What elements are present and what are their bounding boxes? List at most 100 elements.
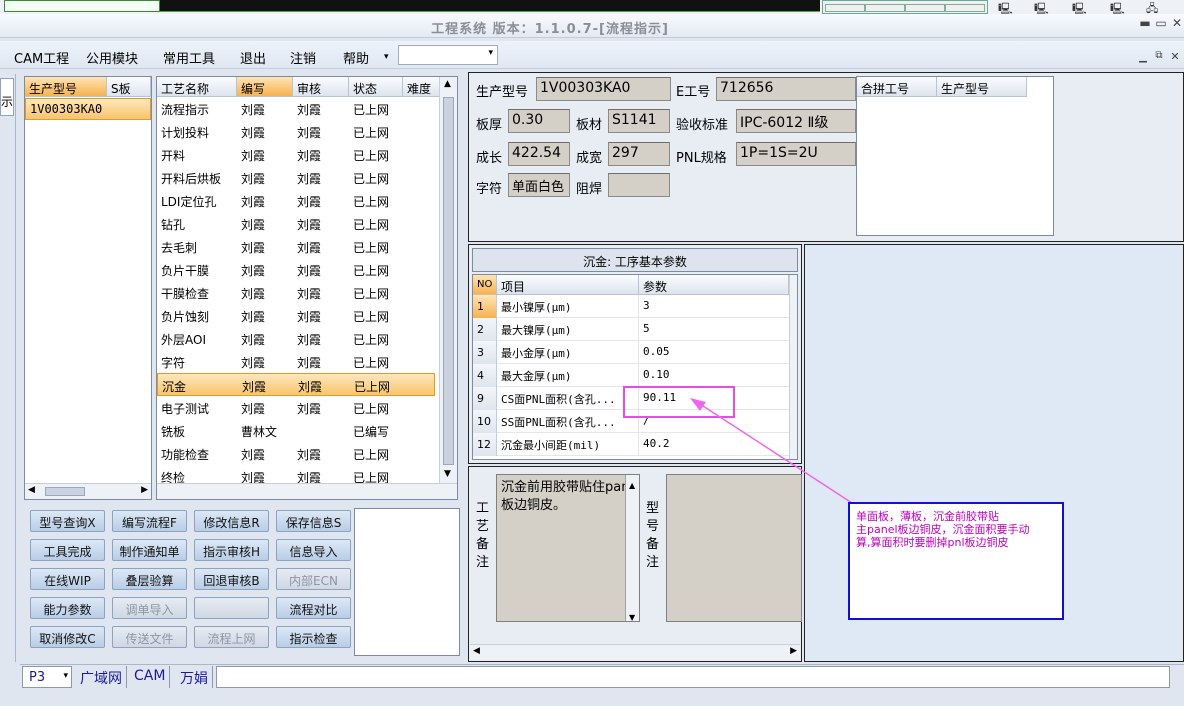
model-list-hscroll[interactable]: ◀ ▶ [25, 483, 151, 499]
process-row[interactable]: 计划投料 刘霞 刘霞 已上网 [157, 120, 435, 143]
param-header-no[interactable]: NO [473, 275, 497, 295]
action-button[interactable]: 能力参数 [30, 597, 105, 619]
process-row[interactable]: 钻孔 刘霞 刘霞 已上网 [157, 212, 435, 235]
model-list-row[interactable]: 1V00303KA0 [25, 98, 151, 120]
action-button[interactable]: 取消修改C [30, 626, 105, 648]
pnl-field[interactable]: 1P=1S=2U [736, 142, 856, 166]
action-button[interactable]: 工具完成 [30, 539, 105, 561]
param-row[interactable]: 9 CS面PNL面积(含孔... 90.11 [473, 387, 789, 410]
process-row[interactable]: 外层AOI 刘霞 刘霞 已上网 [157, 327, 435, 350]
taskbar-item-center[interactable] [160, 0, 820, 12]
param-vscroll[interactable] [789, 275, 797, 459]
menu-cam[interactable]: CAM工程 [14, 48, 69, 67]
process-row[interactable]: 开料后烘板 刘霞 刘霞 已上网 [157, 166, 435, 189]
menu-combo[interactable]: ▾ [398, 45, 498, 65]
len-field[interactable]: 422.54 [508, 142, 570, 166]
std-field[interactable]: IPC-6012 Ⅱ级 [736, 109, 856, 133]
merge-header[interactable]: 生产型号 [937, 77, 1027, 97]
param-value[interactable]: 5 [639, 318, 789, 341]
menu-more-icon[interactable]: ▾ [384, 52, 389, 62]
action-button[interactable]: 信息导入 [276, 539, 351, 561]
scroll-up-icon[interactable]: ▲ [444, 79, 451, 89]
remark-vscroll[interactable]: ▲ ▼ [625, 475, 639, 622]
param-row[interactable]: 3 最小金厚(μm) 0.05 [473, 341, 789, 364]
process-row[interactable]: 功能检查 刘霞 刘霞 已上网 [157, 442, 435, 465]
action-button[interactable] [194, 597, 269, 619]
menu-help[interactable]: 帮助 [343, 48, 369, 67]
action-button[interactable]: 内部ECN [276, 568, 351, 590]
param-row[interactable]: 2 最大镍厚(μm) 5 [473, 318, 789, 341]
status-combo[interactable]: P3 ▾ [22, 666, 72, 688]
param-value[interactable]: / [639, 410, 789, 433]
close-icon[interactable]: ✕ [1170, 16, 1184, 30]
action-button[interactable]: 指示审核H [194, 539, 269, 561]
process-row[interactable]: 电子测试 刘霞 刘霞 已上网 [157, 396, 435, 419]
action-button[interactable]: 指示检查 [276, 626, 351, 648]
child-close-icon[interactable]: ✕ [1168, 50, 1182, 63]
action-button[interactable]: 制作通知单 [112, 539, 187, 561]
process-header-status[interactable]: 状态 [349, 77, 403, 97]
menu-exit[interactable]: 退出 [240, 48, 266, 67]
taskbar-item-left[interactable] [4, 0, 160, 12]
menu-logout[interactable]: 注销 [290, 48, 316, 67]
param-row[interactable]: 10 SS面PNL面积(含孔... / [473, 410, 789, 433]
process-row[interactable]: 流程指示 刘霞 刘霞 已上网 [157, 97, 435, 120]
action-button[interactable]: 传送文件 [112, 626, 187, 648]
child-restore-icon[interactable]: ⧉ [1152, 50, 1166, 61]
scroll-left-icon[interactable]: ◀ [28, 485, 35, 495]
menu-common-module[interactable]: 公用模块 [86, 48, 138, 67]
status-tab-user[interactable]: 万娟 [176, 666, 213, 688]
action-button[interactable]: 编写流程F [112, 510, 187, 532]
menu-tools[interactable]: 常用工具 [163, 48, 215, 67]
action-button[interactable]: 型号查询X [30, 510, 105, 532]
scroll-right-icon[interactable]: ▶ [141, 485, 148, 495]
e-field[interactable]: 712656 [716, 77, 856, 101]
param-header-value[interactable]: 参数 [639, 275, 789, 295]
process-row[interactable]: 终检 刘霞 刘霞 已上网 [157, 465, 435, 483]
param-row[interactable]: 12 沉金最小间距(mil) 40.2 [473, 433, 789, 456]
param-value[interactable]: 40.2 [639, 433, 789, 456]
action-button[interactable]: 流程对比 [276, 597, 351, 619]
maximize-icon[interactable]: ▭ [1154, 16, 1168, 30]
scroll-thumb[interactable] [45, 487, 85, 496]
action-button[interactable]: 保存信息S [276, 510, 351, 532]
scroll-left-icon[interactable]: ◀ [473, 646, 480, 656]
param-value[interactable]: 0.05 [639, 341, 789, 364]
status-tab-wan[interactable]: 广域网 [76, 666, 127, 688]
param-header-item[interactable]: 项目 [497, 275, 639, 295]
thick-field[interactable]: 0.30 [508, 109, 570, 133]
merge-header[interactable]: 合拼工号 [857, 77, 937, 97]
status-tab-cam[interactable]: CAM [130, 666, 171, 688]
process-row[interactable]: 开料 刘霞 刘霞 已上网 [157, 143, 435, 166]
action-button[interactable]: 修改信息R [194, 510, 269, 532]
action-button[interactable]: 调单导入 [112, 597, 187, 619]
scroll-down-icon[interactable]: ▼ [629, 609, 635, 627]
model-remark-text[interactable] [666, 474, 802, 622]
model-field[interactable]: 1V00303KA0 [536, 77, 671, 101]
minimize-icon[interactable]: ▬ [1138, 16, 1152, 30]
scroll-thumb[interactable] [443, 97, 454, 465]
process-header-name[interactable]: 工艺名称 [157, 77, 237, 97]
action-button[interactable]: 在线WIP [30, 568, 105, 590]
taskbar-item-right[interactable] [822, 0, 988, 14]
process-row[interactable]: 沉金 刘霞 刘霞 已上网 [157, 373, 435, 396]
action-button[interactable]: 回退审核B [194, 568, 269, 590]
process-header-reviewer[interactable]: 审核 [293, 77, 349, 97]
process-row[interactable]: 干膜检查 刘霞 刘霞 已上网 [157, 281, 435, 304]
process-header-writer[interactable]: 编写 [237, 77, 293, 97]
process-header-difficulty[interactable]: 难度 [403, 77, 441, 97]
model-list-header[interactable]: 生产型号 [25, 77, 107, 97]
process-vscroll[interactable]: ▲ ▼ [439, 77, 457, 483]
process-hscroll[interactable] [157, 483, 457, 499]
model-list-header[interactable]: S板 [107, 77, 151, 97]
param-value[interactable]: 3 [639, 295, 789, 318]
param-row[interactable]: 1 最小镍厚(μm) 3 [473, 295, 789, 318]
child-minimize-icon[interactable]: ▁ [1136, 52, 1150, 63]
param-row[interactable]: 4 最大金厚(μm) 0.10 [473, 364, 789, 387]
scroll-up-icon[interactable]: ▲ [629, 477, 635, 495]
wid-field[interactable]: 297 [608, 142, 670, 166]
scroll-right-icon[interactable]: ▶ [790, 646, 797, 656]
action-button[interactable]: 叠层验算 [112, 568, 187, 590]
process-row[interactable]: 负片干膜 刘霞 刘霞 已上网 [157, 258, 435, 281]
process-row[interactable]: 字符 刘霞 刘霞 已上网 [157, 350, 435, 373]
